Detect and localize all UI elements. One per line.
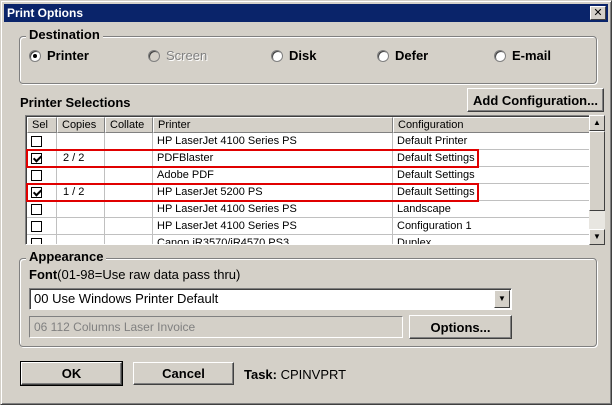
row-copies: 1 / 2 — [57, 184, 105, 201]
row-configuration: Default Settings — [393, 184, 592, 201]
row-configuration: Default Printer — [393, 133, 592, 150]
column-header-copies[interactable]: Copies — [57, 117, 105, 133]
form-field: 06 112 Columns Laser Invoice — [29, 316, 403, 338]
radio-defer-indicator[interactable] — [377, 49, 389, 62]
radio-disk-label: Disk — [289, 48, 317, 63]
radio-screen-label: Screen — [166, 48, 208, 63]
radio-defer[interactable]: Defer — [377, 48, 428, 63]
font-label: Font — [29, 267, 58, 282]
destination-title: Destination — [26, 27, 103, 42]
printer-grid[interactable]: Sel Copies Collate Printer Configuration… — [25, 115, 605, 245]
appearance-title: Appearance — [26, 249, 107, 264]
row-configuration: Default Settings — [393, 167, 592, 184]
row-select-checkbox[interactable] — [27, 150, 57, 167]
radio-email[interactable]: E-mail — [494, 48, 551, 63]
grid-body: HP LaserJet 4100 Series PS Default Printe… — [27, 133, 592, 244]
row-copies — [57, 167, 105, 184]
row-printer: HP LaserJet 4100 Series PS — [153, 218, 393, 235]
radio-printer-indicator[interactable] — [29, 49, 41, 62]
window-title: Print Options — [7, 6, 83, 20]
row-configuration: Default Settings — [393, 150, 592, 167]
grid-scrollbar[interactable]: ▲ ▼ — [589, 115, 605, 245]
close-button[interactable]: ✕ — [590, 6, 606, 20]
row-printer: HP LaserJet 4100 Series PS — [153, 201, 393, 218]
row-copies — [57, 235, 105, 244]
row-select-checkbox[interactable] — [27, 167, 57, 184]
font-hint: (01-98=Use raw data pass thru) — [57, 267, 241, 282]
checkbox[interactable] — [31, 221, 42, 232]
printer-selections-title: Printer Selections — [20, 95, 131, 110]
add-configuration-button[interactable]: Add Configuration... — [467, 88, 604, 112]
task-row: Task: CPINVPRT — [244, 367, 346, 382]
radio-email-indicator[interactable] — [494, 49, 506, 62]
row-printer: PDFBlaster — [153, 150, 393, 167]
grid-header: Sel Copies Collate Printer Configuration — [27, 117, 592, 133]
radio-disk[interactable]: Disk — [271, 48, 316, 63]
task-label: Task: — [244, 367, 277, 382]
row-collate — [105, 201, 153, 218]
print-options-dialog: Print Options ✕ Destination Printer Scre… — [0, 0, 612, 405]
row-configuration: Landscape — [393, 201, 592, 218]
row-printer: Canon iR3570/iR4570 PS3 — [153, 235, 393, 244]
row-configuration: Configuration 1 — [393, 218, 592, 235]
row-collate — [105, 150, 153, 167]
table-row[interactable]: Adobe PDF Default Settings — [27, 167, 592, 184]
checkbox[interactable] — [31, 153, 42, 164]
row-select-checkbox[interactable] — [27, 133, 57, 150]
table-row[interactable]: HP LaserJet 4100 Series PS Default Printe… — [27, 133, 592, 150]
chevron-down-icon[interactable]: ▼ — [494, 290, 510, 308]
radio-defer-label: Defer — [395, 48, 429, 63]
font-select[interactable]: 00 Use Windows Printer Default ▼ — [29, 288, 512, 310]
row-printer: HP LaserJet 4100 Series PS — [153, 133, 393, 150]
row-copies — [57, 201, 105, 218]
row-collate — [105, 218, 153, 235]
column-header-collate[interactable]: Collate — [105, 117, 153, 133]
column-header-printer[interactable]: Printer — [153, 117, 393, 133]
options-button[interactable]: Options... — [409, 315, 512, 339]
task-value: CPINVPRT — [280, 367, 347, 382]
row-select-checkbox[interactable] — [27, 201, 57, 218]
row-copies: 2 / 2 — [57, 150, 105, 167]
row-collate — [105, 167, 153, 184]
column-header-sel[interactable]: Sel — [27, 117, 57, 133]
cancel-button[interactable]: Cancel — [133, 362, 234, 385]
row-copies — [57, 218, 105, 235]
table-row[interactable]: 2 / 2 PDFBlaster Default Settings — [27, 150, 592, 167]
scroll-up-icon[interactable]: ▲ — [589, 115, 605, 131]
row-collate — [105, 184, 153, 201]
row-select-checkbox[interactable] — [27, 184, 57, 201]
row-select-checkbox[interactable] — [27, 235, 57, 244]
row-collate — [105, 235, 153, 244]
row-copies — [57, 133, 105, 150]
title-bar: Print Options ✕ — [4, 4, 608, 22]
row-printer: HP LaserJet 5200 PS — [153, 184, 393, 201]
radio-screen: Screen — [148, 48, 207, 63]
row-printer: Adobe PDF — [153, 167, 393, 184]
row-select-checkbox[interactable] — [27, 218, 57, 235]
row-collate — [105, 133, 153, 150]
radio-printer-label: Printer — [47, 48, 89, 63]
table-row[interactable]: 1 / 2 HP LaserJet 5200 PS Default Settings — [27, 184, 592, 201]
radio-printer[interactable]: Printer — [29, 48, 89, 63]
radio-screen-indicator — [148, 49, 160, 62]
font-select-value: 00 Use Windows Printer Default — [34, 291, 219, 306]
font-label-row: Font(01-98=Use raw data pass thru) — [29, 267, 240, 282]
radio-disk-indicator[interactable] — [271, 49, 283, 62]
table-row[interactable]: Canon iR3570/iR4570 PS3 Duplex — [27, 235, 592, 244]
checkbox[interactable] — [31, 204, 42, 215]
table-row[interactable]: HP LaserJet 4100 Series PS Landscape — [27, 201, 592, 218]
column-header-configuration[interactable]: Configuration — [393, 117, 592, 133]
checkbox[interactable] — [31, 187, 42, 198]
checkbox[interactable] — [31, 136, 42, 147]
radio-email-label: E-mail — [512, 48, 552, 63]
row-configuration: Duplex — [393, 235, 592, 244]
checkbox[interactable] — [31, 238, 42, 244]
ok-button[interactable]: OK — [20, 361, 123, 386]
checkbox[interactable] — [31, 170, 42, 181]
table-row[interactable]: HP LaserJet 4100 Series PS Configuration … — [27, 218, 592, 235]
scroll-thumb[interactable] — [589, 131, 605, 211]
scroll-down-icon[interactable]: ▼ — [589, 229, 605, 245]
